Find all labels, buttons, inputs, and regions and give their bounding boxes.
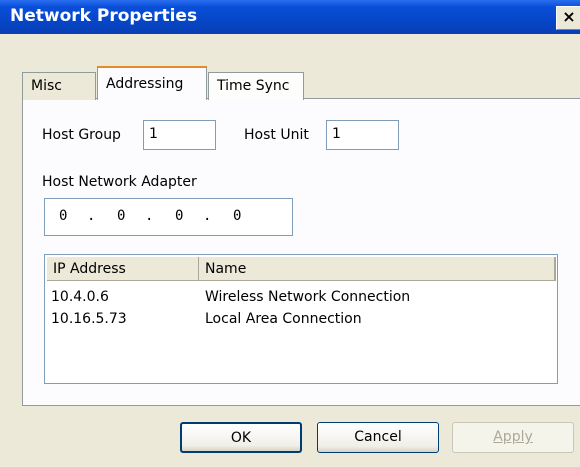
ip-dot: . bbox=[203, 208, 212, 224]
ip-octet-4[interactable]: 0 bbox=[233, 208, 241, 224]
ok-button[interactable]: OK bbox=[180, 422, 302, 453]
title-bar[interactable]: Network Properties × bbox=[0, 0, 580, 34]
ip-dot: . bbox=[145, 208, 154, 224]
ip-octet-3[interactable]: 0 bbox=[175, 208, 183, 224]
column-header-name[interactable]: Name bbox=[199, 257, 555, 281]
column-header-ip-address[interactable]: IP Address bbox=[47, 257, 199, 281]
network-properties-dialog: Network Properties × Misc Addressing Tim… bbox=[0, 0, 580, 467]
tab-misc[interactable]: Misc bbox=[22, 72, 96, 100]
host-group-field[interactable]: 1 bbox=[143, 120, 216, 150]
table-row[interactable]: 10.16.5.73 bbox=[51, 311, 127, 327]
adapter-label: Host Network Adapter bbox=[42, 174, 197, 190]
close-button[interactable]: × bbox=[556, 6, 580, 30]
table-row[interactable]: 10.4.0.6 bbox=[51, 289, 109, 305]
adapter-list[interactable]: IP Address Name 10.4.0.6 Wireless Networ… bbox=[44, 254, 558, 384]
apply-button[interactable]: Apply bbox=[452, 422, 574, 453]
column-header-spacer bbox=[555, 257, 556, 281]
table-row[interactable]: Local Area Connection bbox=[205, 311, 362, 327]
cancel-button[interactable]: Cancel bbox=[317, 422, 439, 453]
row-name: Wireless Network Connection bbox=[205, 289, 411, 305]
close-icon: × bbox=[562, 7, 576, 26]
host-unit-label: Host Unit bbox=[244, 127, 309, 143]
tab-time-sync[interactable]: Time Sync bbox=[208, 72, 304, 100]
tab-addressing[interactable]: Addressing bbox=[97, 66, 207, 100]
row-ip: 10.16.5.73 bbox=[51, 311, 127, 327]
window-title: Network Properties bbox=[10, 6, 198, 26]
ip-octet-2[interactable]: 0 bbox=[117, 208, 125, 224]
ip-dot: . bbox=[87, 208, 96, 224]
host-unit-field[interactable]: 1 bbox=[326, 120, 399, 150]
row-ip: 10.4.0.6 bbox=[51, 289, 109, 305]
host-group-label: Host Group bbox=[42, 127, 121, 143]
host-network-adapter-ip-field[interactable]: 0 . 0 . 0 . 0 bbox=[44, 198, 293, 236]
row-name: Local Area Connection bbox=[205, 311, 362, 327]
table-row[interactable]: Wireless Network Connection bbox=[205, 289, 410, 305]
ip-octet-1[interactable]: 0 bbox=[59, 208, 67, 224]
